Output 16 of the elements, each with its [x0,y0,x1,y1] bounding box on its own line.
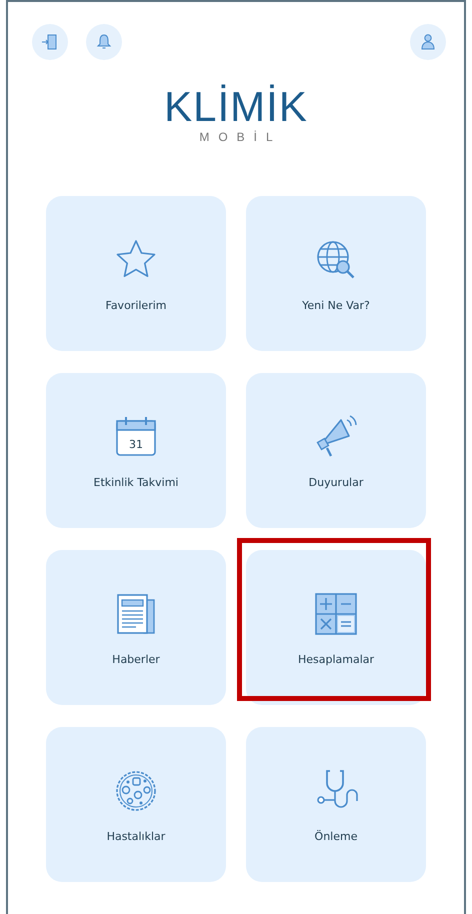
menu-tile[interactable]: Önleme [246,727,426,882]
exit-icon [41,33,59,51]
profile-button[interactable] [410,24,446,60]
exit-button[interactable] [32,24,68,60]
menu-tile[interactable]: Haberler [46,550,226,705]
logo-subtitle: MOBİL [199,130,282,144]
menu-tile[interactable]: Favorilerim [46,196,226,351]
menu-tile[interactable]: Hesaplamalar [246,550,426,705]
menu-tile[interactable]: Yeni Ne Var? [246,196,426,351]
bell-icon [95,33,113,51]
user-icon [419,33,437,51]
menu-tile[interactable]: 31 Etkinlik Takvimi [46,373,226,528]
logo-title: KLİMİK [164,84,308,130]
notifications-button[interactable] [86,24,122,60]
menu-tile[interactable]: Hastalıklar [46,727,226,882]
menu-tile[interactable]: Duyurular [246,373,426,528]
